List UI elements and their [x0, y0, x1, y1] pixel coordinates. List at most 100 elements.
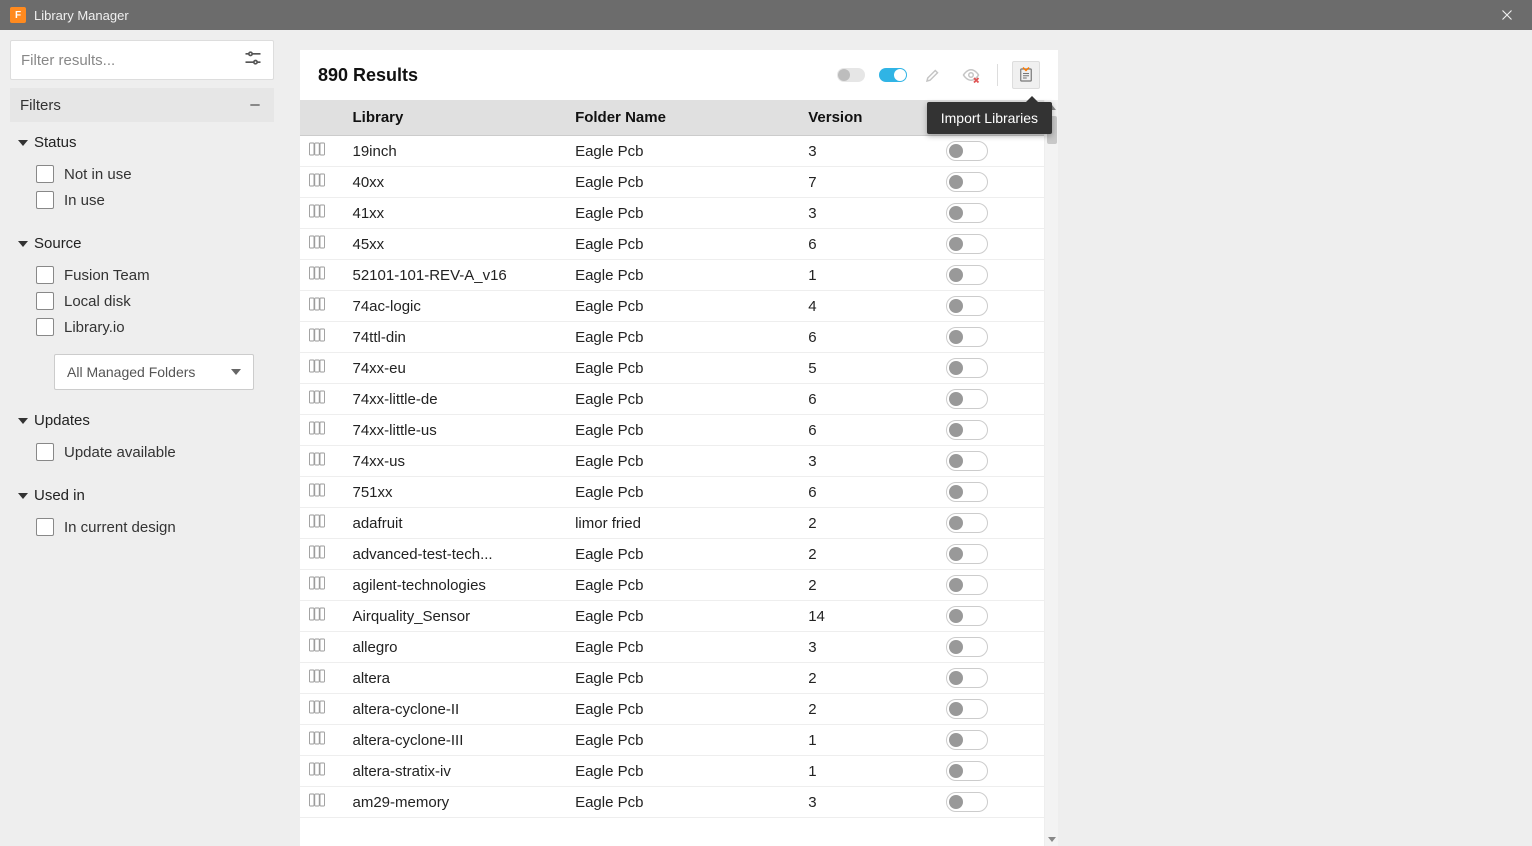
cell-library: 74xx-us: [345, 446, 568, 477]
filter-input-wrap[interactable]: [10, 40, 274, 80]
col-library[interactable]: Library: [345, 100, 568, 136]
scrollbar[interactable]: [1044, 100, 1058, 846]
in-use-toggle[interactable]: [946, 544, 988, 564]
table-row[interactable]: 74xx-euEagle Pcb5: [300, 353, 1044, 384]
import-tooltip: Import Libraries: [927, 102, 1052, 134]
cell-version: 2: [800, 663, 938, 694]
in-use-toggle[interactable]: [946, 668, 988, 688]
in-use-toggle[interactable]: [946, 451, 988, 471]
filter-input[interactable]: [21, 52, 243, 69]
in-use-toggle[interactable]: [946, 141, 988, 161]
library-table: Library Folder Name Version 19inchEagle …: [300, 100, 1044, 818]
filter-group-title-used-in[interactable]: Used in: [18, 487, 266, 504]
table-row[interactable]: adafruitlimor fried2: [300, 508, 1044, 539]
table-row[interactable]: 74xx-usEagle Pcb3: [300, 446, 1044, 477]
cell-folder: Eagle Pcb: [567, 384, 800, 415]
cell-folder: Eagle Pcb: [567, 229, 800, 260]
col-version[interactable]: Version: [800, 100, 938, 136]
cell-toggle: [938, 229, 1044, 260]
cell-toggle: [938, 694, 1044, 725]
in-use-toggle[interactable]: [946, 792, 988, 812]
table-row[interactable]: 45xxEagle Pcb6: [300, 229, 1044, 260]
hide-icon[interactable]: [959, 63, 983, 87]
checkbox-library-io[interactable]: Library.io: [18, 314, 266, 340]
table-row[interactable]: 74ac-logicEagle Pcb4: [300, 291, 1044, 322]
table-row[interactable]: Airquality_SensorEagle Pcb14: [300, 601, 1044, 632]
close-button[interactable]: [1492, 0, 1522, 30]
table-row[interactable]: altera-stratix-ivEagle Pcb1: [300, 756, 1044, 787]
library-icon: [300, 384, 345, 415]
table-row[interactable]: altera-cyclone-IIEagle Pcb2: [300, 694, 1044, 725]
library-icon: [300, 198, 345, 229]
table-row[interactable]: 52101-101-REV-A_v16Eagle Pcb1: [300, 260, 1044, 291]
table-row[interactable]: 41xxEagle Pcb3: [300, 198, 1044, 229]
in-use-toggle[interactable]: [946, 699, 988, 719]
filters-header[interactable]: Filters: [10, 88, 274, 122]
content-card: 890 Results Import Libraries: [300, 50, 1058, 846]
checkbox-in-use[interactable]: In use: [18, 187, 266, 213]
table-row[interactable]: 19inchEagle Pcb3: [300, 136, 1044, 167]
cell-toggle: [938, 570, 1044, 601]
table-row[interactable]: 74xx-little-usEagle Pcb6: [300, 415, 1044, 446]
checkbox-not-in-use[interactable]: Not in use: [18, 161, 266, 187]
checkbox-update-available[interactable]: Update available: [18, 439, 266, 465]
sliders-icon[interactable]: [243, 48, 263, 73]
cell-library: altera-stratix-iv: [345, 756, 568, 787]
cell-folder: Eagle Pcb: [567, 663, 800, 694]
in-use-toggle[interactable]: [946, 730, 988, 750]
scroll-down-icon[interactable]: [1045, 832, 1059, 846]
cell-library: allegro: [345, 632, 568, 663]
cell-folder: Eagle Pcb: [567, 136, 800, 167]
cell-toggle: [938, 322, 1044, 353]
table-row[interactable]: 74xx-little-deEagle Pcb6: [300, 384, 1044, 415]
in-use-toggle[interactable]: [946, 358, 988, 378]
table-row[interactable]: 74ttl-dinEagle Pcb6: [300, 322, 1044, 353]
in-use-toggle[interactable]: [946, 389, 988, 409]
in-use-toggle[interactable]: [946, 296, 988, 316]
filter-group-title-status[interactable]: Status: [18, 134, 266, 151]
in-use-toggle[interactable]: [946, 172, 988, 192]
library-icon: [300, 260, 345, 291]
library-icon: [300, 632, 345, 663]
cell-toggle: [938, 384, 1044, 415]
toggle-all[interactable]: [879, 68, 907, 82]
table-row[interactable]: altera-cyclone-IIIEagle Pcb1: [300, 725, 1044, 756]
table-row[interactable]: allegroEagle Pcb3: [300, 632, 1044, 663]
cell-version: 7: [800, 167, 938, 198]
in-use-toggle[interactable]: [946, 606, 988, 626]
in-use-toggle[interactable]: [946, 575, 988, 595]
edit-icon[interactable]: [921, 63, 945, 87]
table-row[interactable]: 751xxEagle Pcb6: [300, 477, 1044, 508]
cell-version: 1: [800, 725, 938, 756]
checkbox-local-disk[interactable]: Local disk: [18, 288, 266, 314]
table-row[interactable]: agilent-technologiesEagle Pcb2: [300, 570, 1044, 601]
in-use-toggle[interactable]: [946, 203, 988, 223]
import-libraries-button[interactable]: [1012, 61, 1040, 89]
collapse-icon[interactable]: [246, 96, 264, 114]
table-row[interactable]: alteraEagle Pcb2: [300, 663, 1044, 694]
managed-folders-select[interactable]: All Managed Folders: [54, 354, 254, 390]
library-table-scroll[interactable]: Library Folder Name Version 19inchEagle …: [300, 100, 1044, 846]
in-use-toggle[interactable]: [946, 420, 988, 440]
filter-group-title-updates[interactable]: Updates: [18, 412, 266, 429]
filter-group-title-source[interactable]: Source: [18, 235, 266, 252]
library-icon: [300, 291, 345, 322]
in-use-toggle[interactable]: [946, 761, 988, 781]
library-icon: [300, 477, 345, 508]
checkbox-in-current-design[interactable]: In current design: [18, 514, 266, 540]
titlebar[interactable]: F Library Manager: [0, 0, 1532, 30]
cell-toggle: [938, 353, 1044, 384]
in-use-toggle[interactable]: [946, 265, 988, 285]
in-use-toggle[interactable]: [946, 327, 988, 347]
in-use-toggle[interactable]: [946, 637, 988, 657]
table-row[interactable]: advanced-test-tech...Eagle Pcb2: [300, 539, 1044, 570]
table-row[interactable]: am29-memoryEagle Pcb3: [300, 787, 1044, 818]
cell-toggle: [938, 167, 1044, 198]
in-use-toggle[interactable]: [946, 513, 988, 533]
col-folder[interactable]: Folder Name: [567, 100, 800, 136]
cell-version: 2: [800, 539, 938, 570]
in-use-toggle[interactable]: [946, 234, 988, 254]
in-use-toggle[interactable]: [946, 482, 988, 502]
checkbox-fusion-team[interactable]: Fusion Team: [18, 262, 266, 288]
table-row[interactable]: 40xxEagle Pcb7: [300, 167, 1044, 198]
